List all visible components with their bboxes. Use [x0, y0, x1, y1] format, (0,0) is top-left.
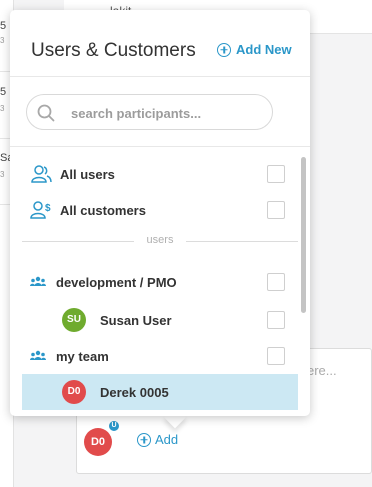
list-scrollbar[interactable]	[301, 157, 306, 313]
participant-avatar[interactable]: D0	[84, 428, 112, 456]
group-icon	[30, 276, 46, 286]
all-users-label: All users	[60, 166, 115, 182]
list-item-all-users[interactable]: All users	[22, 156, 298, 192]
group-icon	[30, 350, 46, 360]
all-users-checkbox[interactable]	[267, 165, 285, 183]
add-participant-button[interactable]: Add	[137, 432, 178, 447]
bg-fragment: 5	[0, 20, 7, 32]
avatar-user-badge: U	[107, 419, 121, 433]
bg-composer-placeholder: ere...	[307, 363, 337, 378]
group-development-pmo-label: development / PMO	[56, 274, 177, 290]
user-susan-label: Susan User	[100, 312, 172, 328]
search-icon	[37, 104, 55, 122]
group-my-team-label: my team	[56, 348, 109, 364]
customers-icon: $	[30, 201, 51, 219]
add-new-label: Add New	[236, 42, 292, 57]
all-customers-label: All customers	[60, 202, 146, 218]
bg-fragment: 3	[0, 170, 5, 179]
search-section	[10, 77, 310, 147]
popover-header: Users & Customers Add New	[10, 10, 310, 77]
bg-fragment: 5	[0, 86, 7, 98]
add-new-button[interactable]: Add New	[217, 42, 292, 57]
list-item-user-derek[interactable]: D0 Derek 0005	[22, 374, 298, 410]
list-item-all-customers[interactable]: $ All customers	[22, 192, 298, 228]
participants-list: All users $ All customers users developm…	[10, 148, 310, 416]
search-participants-input[interactable]	[71, 103, 266, 123]
bg-fragment: 3	[0, 36, 5, 45]
group-development-pmo-checkbox[interactable]	[267, 273, 285, 291]
users-customers-popover: Users & Customers Add New All users	[10, 10, 310, 416]
add-circle-icon	[137, 432, 151, 447]
list-item-user-susan[interactable]: SU Susan User	[22, 302, 298, 338]
search-box[interactable]	[26, 94, 273, 130]
divider-line	[186, 241, 298, 242]
popover-title: Users & Customers	[31, 40, 196, 61]
group-my-team-checkbox[interactable]	[267, 347, 285, 365]
divider-label: users	[146, 234, 174, 246]
list-item-group-my-team[interactable]: my team	[22, 338, 298, 374]
add-circle-icon	[217, 42, 231, 57]
all-customers-checkbox[interactable]	[267, 201, 285, 219]
users-divider: users	[22, 232, 298, 252]
svg-text:$: $	[45, 203, 51, 214]
users-icon	[31, 165, 52, 183]
list-item-group-development-pmo[interactable]: development / PMO	[22, 264, 298, 300]
bg-fragment: 3	[0, 104, 5, 113]
add-participant-label: Add	[155, 432, 179, 447]
user-derek-label: Derek 0005	[100, 384, 169, 400]
avatar: SU	[62, 308, 86, 332]
user-susan-checkbox[interactable]	[267, 311, 285, 329]
avatar: D0	[62, 380, 86, 404]
